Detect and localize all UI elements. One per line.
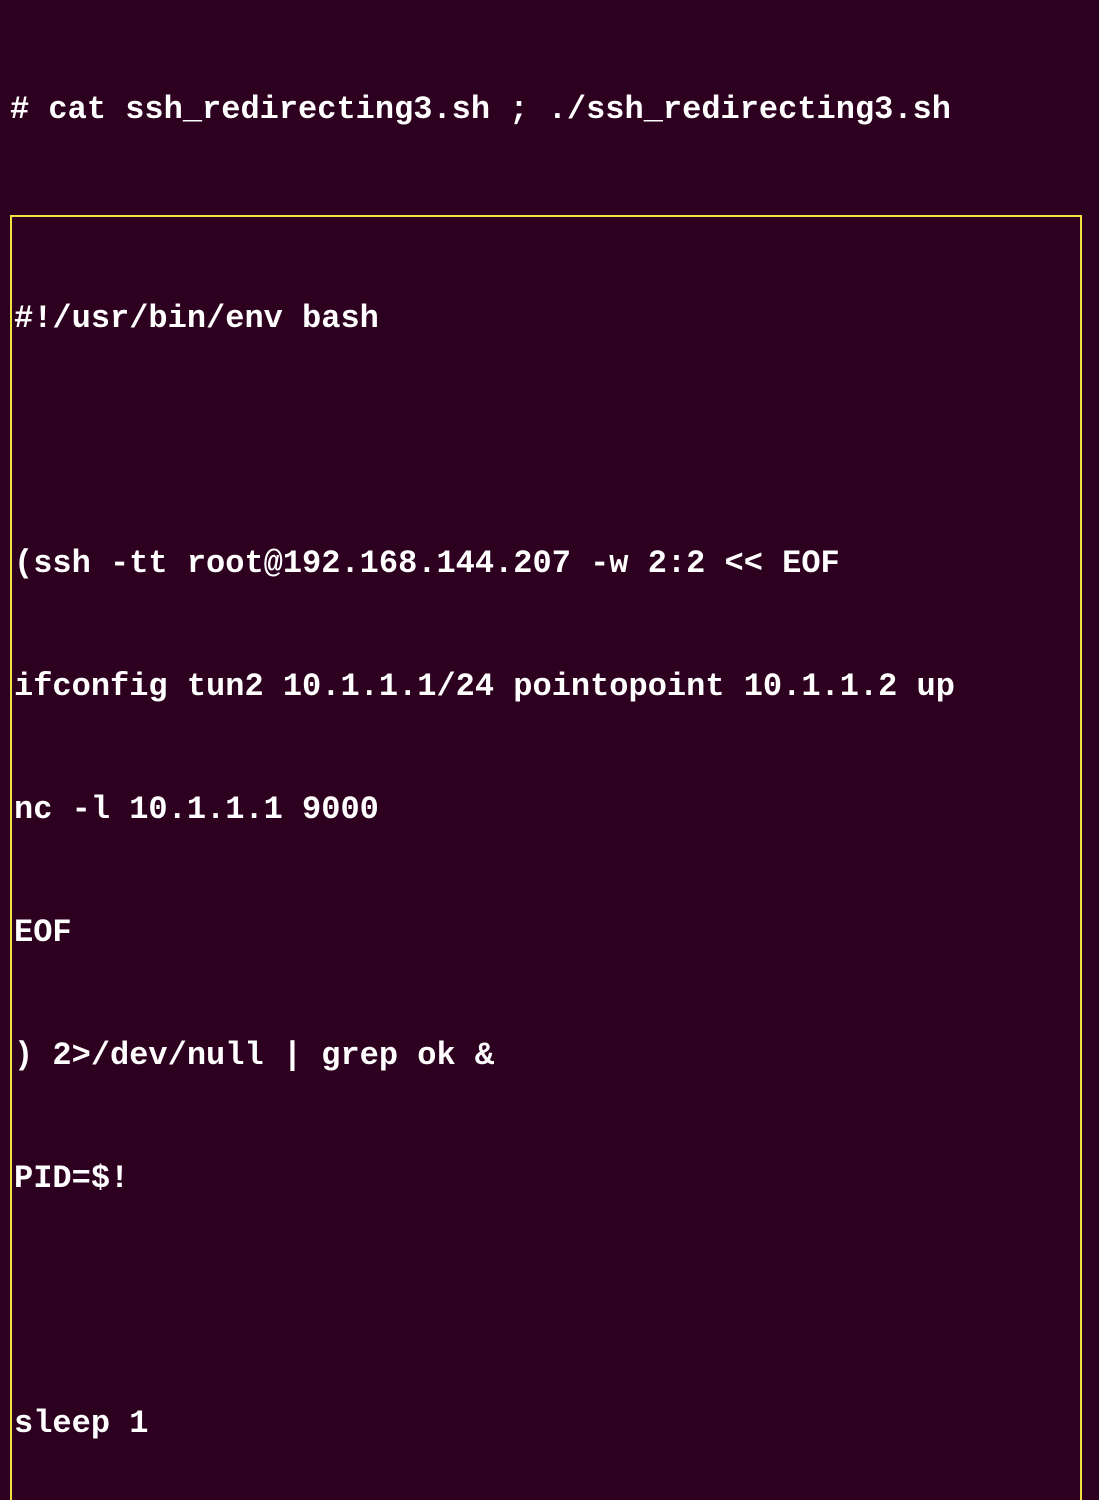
script-line: (ssh -tt root@192.168.144.207 -w 2:2 << … — [12, 544, 1080, 585]
script-line: PID=$! — [12, 1159, 1080, 1200]
script-line: sleep 1 — [12, 1404, 1080, 1445]
script-blank-line — [12, 1282, 1080, 1323]
script-blank-line — [12, 422, 1080, 463]
script-line: ) 2>/dev/null | grep ok & — [12, 1036, 1080, 1077]
prompt-symbol: # — [10, 91, 29, 128]
script-line: #!/usr/bin/env bash — [12, 299, 1080, 340]
command-text: cat ssh_redirecting3.sh ; ./ssh_redirect… — [48, 91, 951, 128]
script-line: nc -l 10.1.1.1 9000 — [12, 790, 1080, 831]
terminal-window[interactable]: # cat ssh_redirecting3.sh ; ./ssh_redire… — [0, 0, 1099, 1500]
script-contents-box: #!/usr/bin/env bash (ssh -tt root@192.16… — [10, 215, 1082, 1500]
script-line: EOF — [12, 913, 1080, 954]
script-line: ifconfig tun2 10.1.1.1/24 pointopoint 10… — [12, 667, 1080, 708]
command-line: # cat ssh_redirecting3.sh ; ./ssh_redire… — [10, 90, 1089, 131]
